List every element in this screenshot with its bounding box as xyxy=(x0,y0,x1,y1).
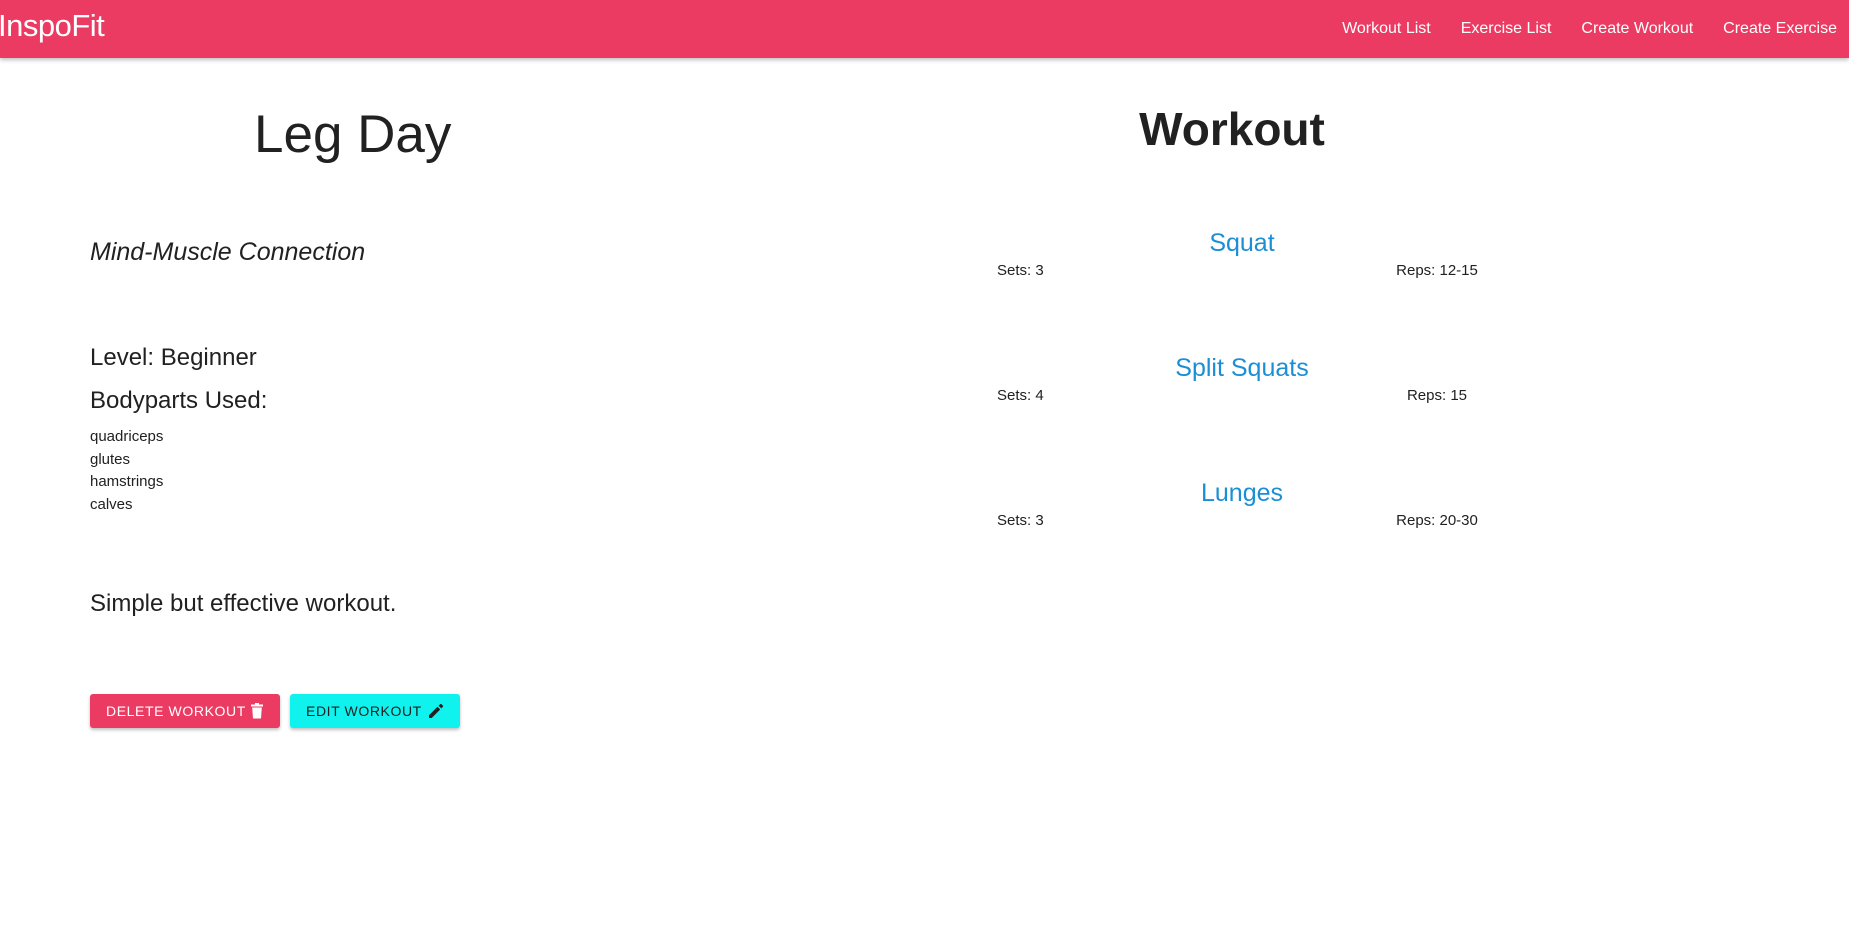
bodypart-item: glutes xyxy=(90,450,131,468)
bodyparts-heading: Bodyparts Used: xyxy=(90,387,268,414)
nav-links: Workout List Exercise List Create Workou… xyxy=(1312,0,1837,58)
bodyparts-list: quadriceps glutes hamstrings calves xyxy=(90,426,163,516)
nav-link-create-workout[interactable]: Create Workout xyxy=(1581,20,1693,38)
workout-type: Mind-Muscle Connection xyxy=(90,238,366,266)
exercise-sets: Sets: 4 xyxy=(997,387,1044,404)
top-navbar: InspoFit Workout List Exercise List Crea… xyxy=(0,0,1849,58)
delete-workout-button[interactable]: DELETE WORKOUT xyxy=(90,694,280,728)
delete-workout-label: DELETE WORKOUT xyxy=(106,703,246,719)
nav-link-create-exercise[interactable]: Create Exercise xyxy=(1723,20,1837,38)
exercise-item: Split Squats Sets: 4 Reps: 15 xyxy=(997,354,1487,414)
workout-level: Level: Beginner xyxy=(90,344,257,372)
workout-description: Simple but effective workout. xyxy=(90,590,397,617)
nav-link-workout-list[interactable]: Workout List xyxy=(1342,20,1431,38)
exercise-link-squat[interactable]: Squat xyxy=(997,229,1487,258)
level-label: Level: xyxy=(90,344,155,371)
exercise-reps: Reps: 15 xyxy=(1406,387,1468,404)
edit-workout-label: EDIT WORKOUT xyxy=(306,703,422,719)
nav-link-exercise-list[interactable]: Exercise List xyxy=(1461,20,1552,38)
bodypart-item: quadriceps xyxy=(90,428,164,445)
level-value: Beginner xyxy=(160,344,257,371)
edit-workout-button[interactable]: EDIT WORKOUT xyxy=(290,694,460,728)
exercise-link-lunges[interactable]: Lunges xyxy=(997,479,1487,508)
exercise-link-split-squats[interactable]: Split Squats xyxy=(997,354,1487,383)
exercise-sets: Sets: 3 xyxy=(997,262,1044,279)
trash-icon xyxy=(250,703,264,719)
bodypart-item: hamstrings xyxy=(90,473,164,490)
exercise-reps: Reps: 20-30 xyxy=(1396,512,1478,529)
exercise-item: Lunges Sets: 3 Reps: 20-30 xyxy=(997,479,1487,539)
exercise-item: Squat Sets: 3 Reps: 12-15 xyxy=(997,229,1487,289)
exercise-sets: Sets: 3 xyxy=(997,512,1044,529)
brand-logo[interactable]: InspoFit xyxy=(0,8,105,44)
exercise-reps: Reps: 12-15 xyxy=(1396,262,1478,279)
pencil-icon xyxy=(428,703,444,719)
workout-section-title: Workout xyxy=(1139,103,1325,155)
workout-title: Leg Day xyxy=(254,105,452,164)
bodypart-item: calves xyxy=(90,495,133,513)
